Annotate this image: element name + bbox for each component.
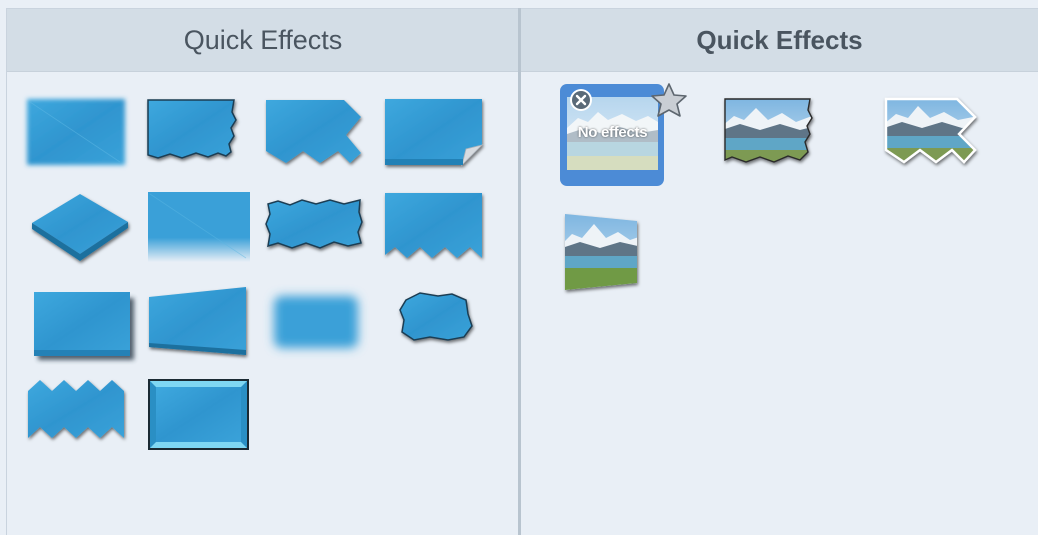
left-quick-effects-panel: Quick Effects bbox=[6, 8, 519, 535]
right-quick-effects-panel: Quick Effects bbox=[521, 8, 1038, 535]
quick-effects-app: Quick Effects Quick Effects No effects bbox=[0, 0, 1038, 535]
left-panel-header: Quick Effects bbox=[7, 9, 519, 72]
no-effects-label: No effects bbox=[577, 124, 648, 141]
right-panel-header: Quick Effects bbox=[521, 9, 1038, 72]
left-panel-title: Quick Effects bbox=[183, 24, 343, 55]
right-panel-title: Quick Effects bbox=[696, 24, 863, 55]
